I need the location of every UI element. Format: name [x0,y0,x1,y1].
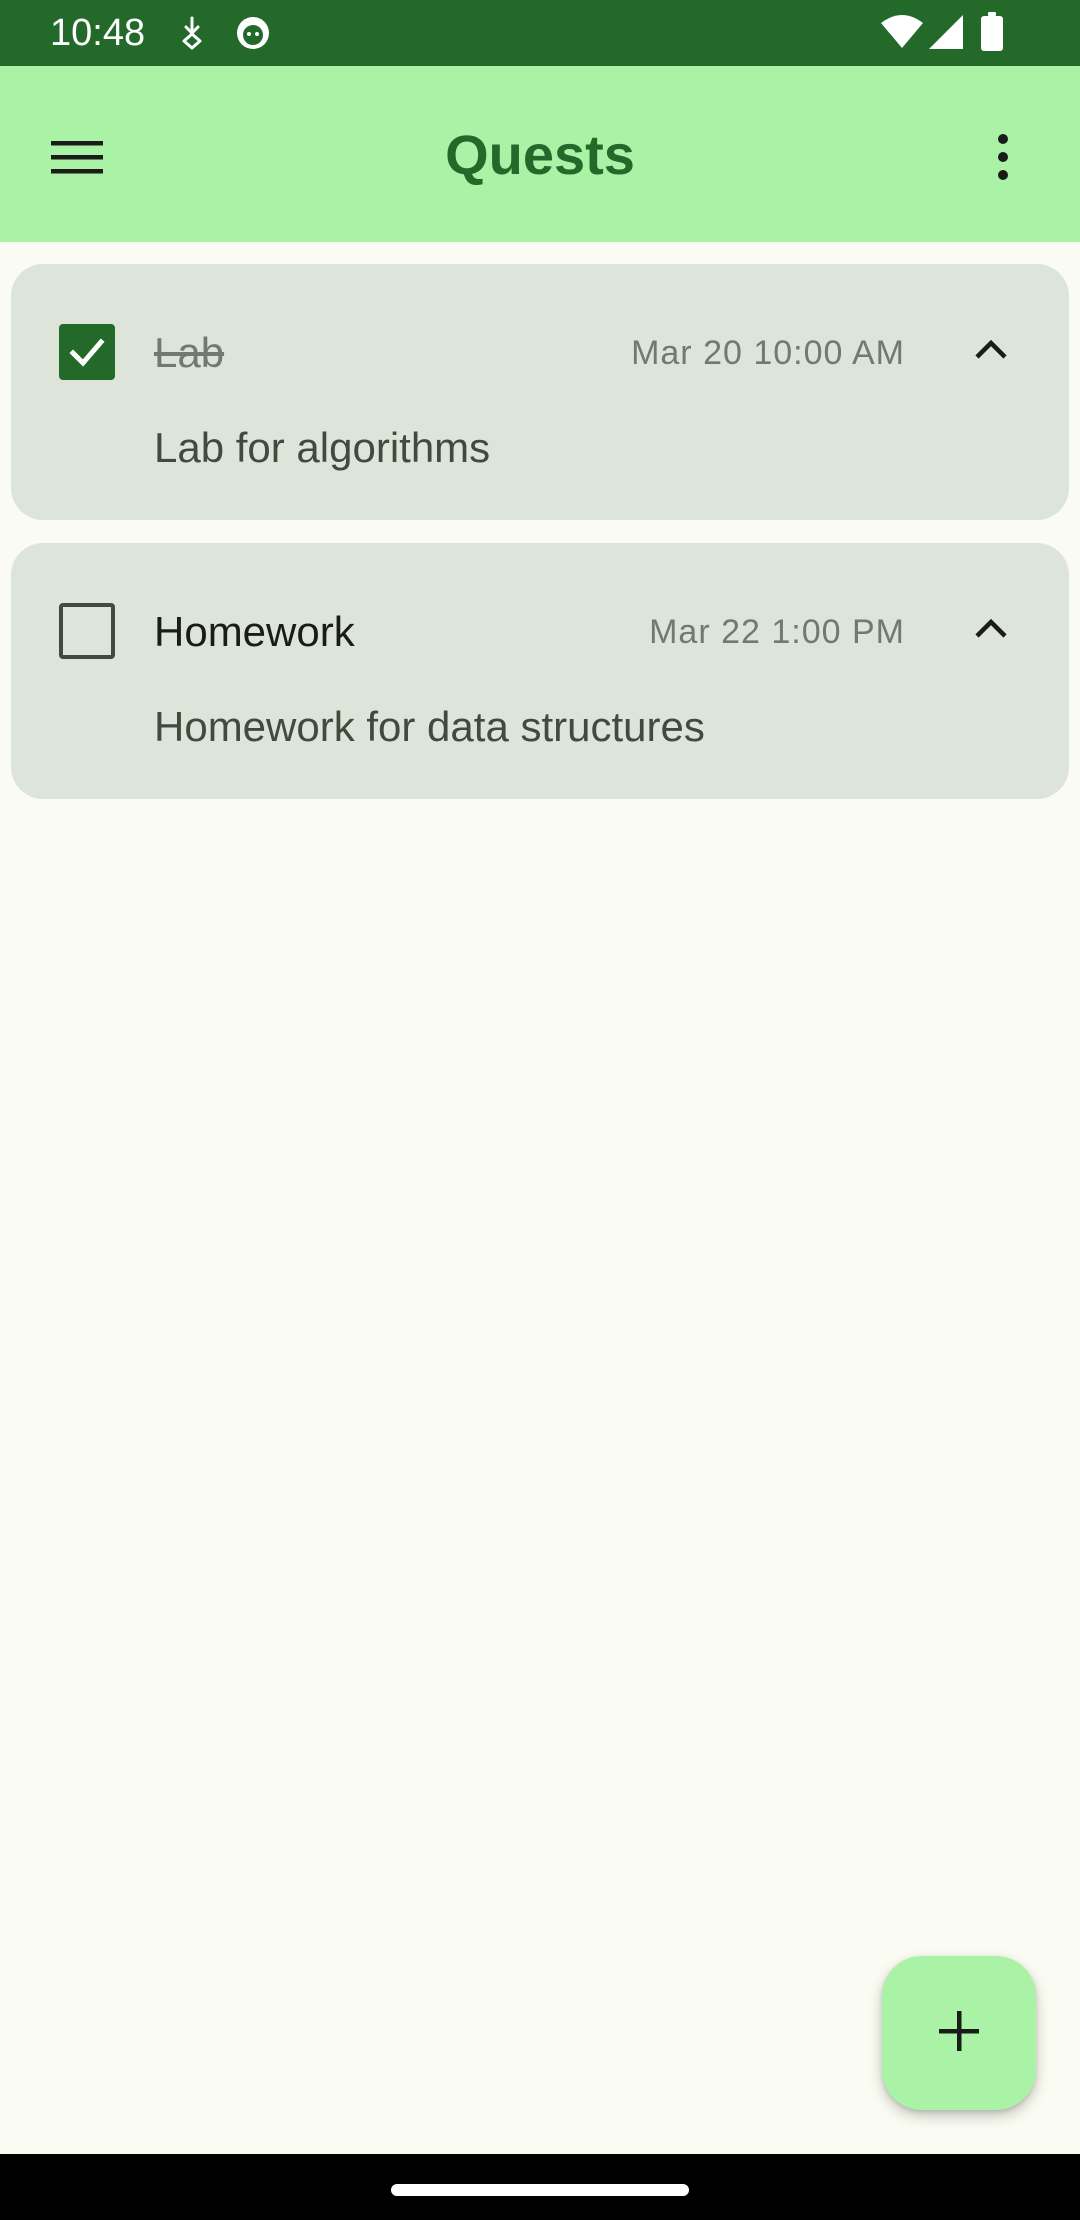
battery-icon [980,12,1004,57]
page-title: Quests [445,123,635,186]
quest-description: Lab for algorithms [154,424,491,471]
chevron-up-icon [974,339,1008,365]
quest-description: Homework for data structures [154,703,705,750]
collapse-button[interactable] [956,596,1026,666]
chevron-up-icon [974,618,1008,644]
plus-icon [939,2010,979,2056]
add-quest-button[interactable] [882,1956,1036,2110]
quest-checkbox[interactable] [59,603,115,659]
status-time: 10:48 [50,12,146,54]
download-icon [178,16,206,55]
collapse-button[interactable] [956,317,1026,387]
quest-date: Mar 20 10:00 AM [631,334,905,372]
wifi-icon [880,14,924,55]
more-options-button[interactable] [966,122,1040,196]
cellular-signal-icon [928,14,964,55]
quest-date: Mar 22 1:00 PM [649,613,905,651]
status-bar: 10:48 [0,0,1080,66]
quest-title: Lab [154,329,225,376]
quest-card[interactable]: Lab Mar 20 10:00 AM Lab for algorithms [11,264,1069,520]
home-indicator[interactable] [391,2184,689,2196]
quest-checkbox[interactable] [59,324,115,380]
cat-face-icon [234,14,272,57]
quest-title: Homework [154,608,355,655]
more-vertical-icon [997,133,1009,185]
app-bar: Quests [0,66,1080,242]
quest-card[interactable]: Homework Mar 22 1:00 PM Homework for dat… [11,543,1069,799]
